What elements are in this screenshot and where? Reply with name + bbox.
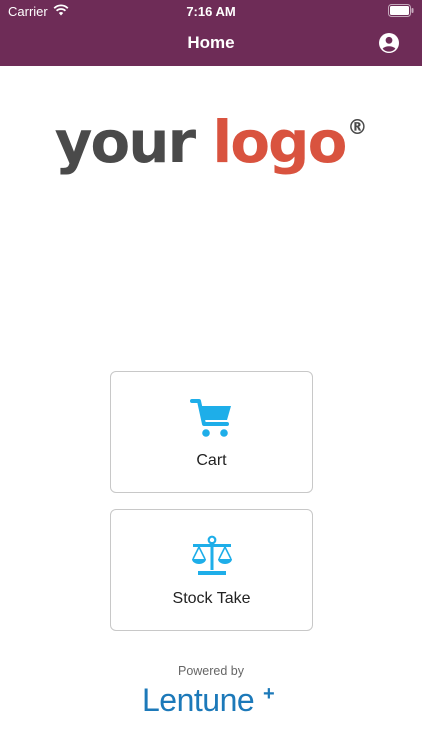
profile-icon [379,33,399,53]
status-time: 7:16 AM [186,4,236,19]
stock-take-label: Stock Take [172,590,251,607]
page-title: Home [187,33,235,52]
logo-word-logo: logo [212,108,347,176]
powered-by-label: Powered by [177,664,244,678]
stock-take-button[interactable]: Stock Take [110,509,313,631]
registered-mark: ® [347,115,368,139]
cart-label: Cart [196,452,227,469]
cart-button[interactable]: Cart [110,371,313,493]
status-bar: Carrier 7:16 AM [0,0,422,22]
lentune-logo: Lentune [142,682,255,718]
logo-word-your: your [54,108,197,176]
scales-icon [190,534,234,578]
lentune-plus-mark: + [263,683,275,705]
profile-button[interactable] [378,32,400,54]
battery-icon [388,4,414,20]
top-bar: Carrier 7:16 AM Home [0,0,422,66]
shopping-cart-icon [190,396,234,440]
company-logo: your logo ® [0,92,422,177]
